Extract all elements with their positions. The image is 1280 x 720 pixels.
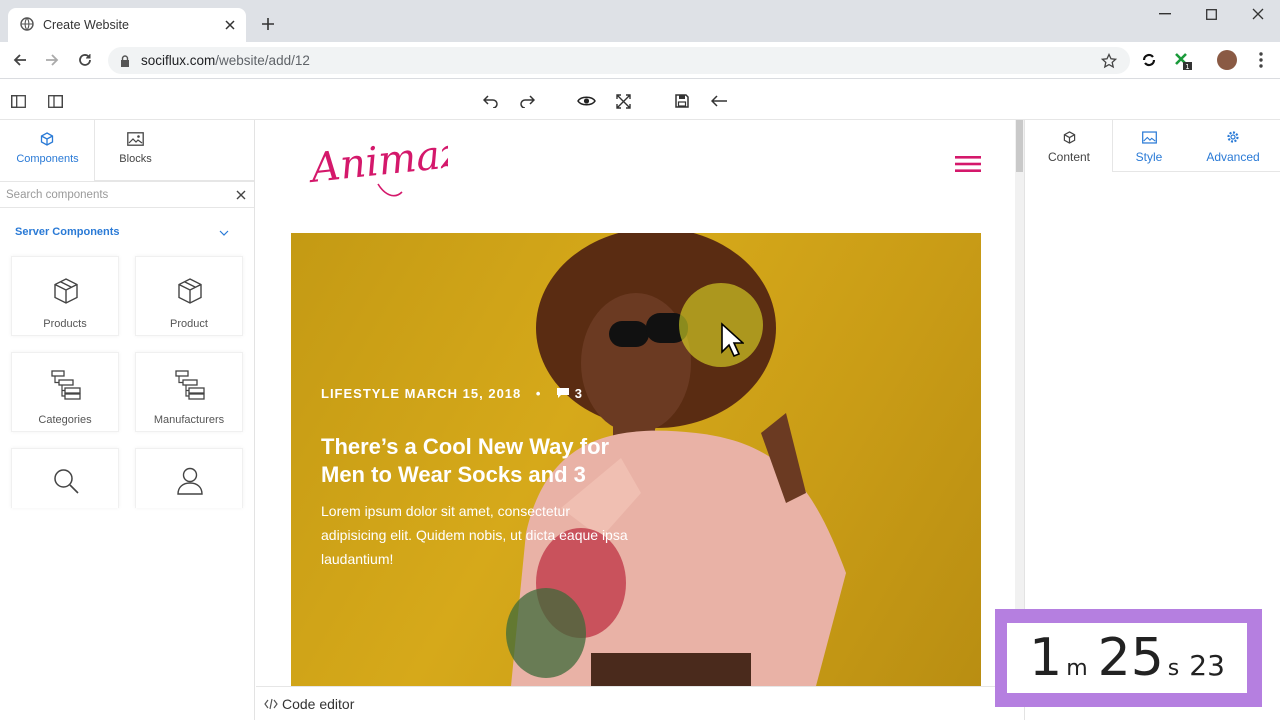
fullscreen-icon[interactable] xyxy=(614,92,632,110)
tab-content[interactable]: Content xyxy=(1025,120,1113,172)
browser-tab-bar: Create Website xyxy=(0,0,1280,42)
url-bar[interactable]: sociflux.com/website/add/12 xyxy=(108,47,1130,74)
component-product[interactable]: Product xyxy=(135,256,243,336)
component-label: Manufacturers xyxy=(153,414,225,426)
cube-icon xyxy=(1062,130,1076,144)
minimize-icon[interactable] xyxy=(1155,6,1175,22)
tab-style-label: Style xyxy=(1135,150,1163,164)
image-icon xyxy=(126,131,144,147)
component-categories[interactable]: Categories xyxy=(11,352,119,432)
cube-icon xyxy=(39,131,55,147)
maximize-icon[interactable] xyxy=(1201,6,1221,22)
component-label: Products xyxy=(43,318,87,330)
redo-icon[interactable] xyxy=(518,92,536,110)
post-title[interactable]: There’s a Cool New Way for Men to Wear S… xyxy=(321,433,641,489)
gear-icon xyxy=(1226,130,1240,144)
post-excerpt: Lorem ipsum dolor sit amet, consectetur … xyxy=(321,503,628,567)
chevron-down-icon[interactable] xyxy=(217,227,231,239)
site-logo[interactable]: Animaze xyxy=(305,128,487,204)
component-manufacturers[interactable]: Manufacturers xyxy=(135,352,243,432)
lock-icon xyxy=(119,54,131,67)
post-meta: LIFESTYLE MARCH 15, 2018 • 3 xyxy=(321,386,583,401)
svg-text:1: 1 xyxy=(1185,63,1189,71)
close-tab-icon[interactable] xyxy=(222,17,238,33)
save-icon[interactable] xyxy=(673,92,691,110)
undo-icon[interactable] xyxy=(482,92,500,110)
hamburger-menu-icon[interactable] xyxy=(954,154,982,174)
tab-components-label: Components xyxy=(16,153,79,165)
meta-separator: • xyxy=(535,386,542,401)
forward-icon[interactable] xyxy=(43,51,61,69)
browser-tab[interactable]: Create Website xyxy=(8,8,246,42)
new-tab-icon[interactable] xyxy=(259,15,277,33)
timer-seconds-unit: s xyxy=(1167,656,1180,681)
editor-toolbar xyxy=(0,80,1280,120)
user-icon xyxy=(176,467,204,495)
sync-extension-icon[interactable] xyxy=(1140,51,1158,69)
editor-canvas[interactable]: Animaze LIFESTYLE MARCH 15, 2018 • 3 The… xyxy=(256,120,1014,686)
code-editor-bar[interactable]: Code editor xyxy=(256,686,1014,720)
tree-icon xyxy=(174,370,208,400)
browser-address-bar: sociflux.com/website/add/12 1 xyxy=(0,42,1280,79)
globe-icon xyxy=(20,17,34,31)
recording-timer: 1 m 25 s 23 xyxy=(995,609,1262,707)
more-menu-icon[interactable] xyxy=(1252,51,1270,69)
tab-advanced[interactable]: Advanced xyxy=(1185,120,1280,172)
tab-content-label: Content xyxy=(1047,150,1091,164)
mouse-cursor-icon xyxy=(719,321,745,359)
cube-icon xyxy=(176,277,204,305)
toggle-left-panel-icon[interactable] xyxy=(9,93,27,109)
extension-icon[interactable]: 1 xyxy=(1172,50,1194,72)
tab-title: Create Website xyxy=(43,18,129,32)
tree-icon xyxy=(50,370,84,400)
timer-minutes: 1 xyxy=(1029,628,1063,688)
code-icon xyxy=(264,697,278,711)
search-row xyxy=(0,181,254,208)
component-search[interactable] xyxy=(11,448,119,508)
toggle-right-panel-icon[interactable] xyxy=(46,93,64,109)
clear-search-icon[interactable] xyxy=(234,188,248,202)
component-label: Categories xyxy=(38,414,92,426)
tab-style[interactable]: Style xyxy=(1113,120,1185,172)
comment-count: 3 xyxy=(574,386,583,401)
back-icon[interactable] xyxy=(11,51,29,69)
component-label: Product xyxy=(170,318,208,330)
timer-fraction: 23 xyxy=(1189,649,1225,682)
component-products[interactable]: Products xyxy=(11,256,119,336)
components-panel: Components Blocks Server Components Prod… xyxy=(0,120,255,720)
search-components-input[interactable] xyxy=(6,186,226,204)
timer-seconds: 25 xyxy=(1097,628,1164,688)
timer-display: 1 m 25 s 23 xyxy=(1007,623,1247,693)
post-category-date: LIFESTYLE MARCH 15, 2018 xyxy=(321,386,522,401)
logo-text: Animaze xyxy=(308,132,448,192)
url-text: sociflux.com/website/add/12 xyxy=(141,53,310,68)
reload-icon[interactable] xyxy=(76,51,94,69)
tab-blocks-label: Blocks xyxy=(119,153,152,165)
hero-post-card[interactable]: LIFESTYLE MARCH 15, 2018 • 3 There’s a C… xyxy=(291,233,981,686)
profile-avatar[interactable] xyxy=(1217,50,1237,70)
tab-blocks[interactable]: Blocks xyxy=(95,120,176,181)
close-window-icon[interactable] xyxy=(1248,6,1268,22)
canvas-scrollbar[interactable] xyxy=(1015,120,1024,686)
timer-minutes-unit: m xyxy=(1066,656,1088,681)
cube-icon xyxy=(52,277,80,305)
preview-eye-icon[interactable] xyxy=(576,92,596,110)
search-icon xyxy=(52,467,80,495)
canvas-scrollbar-thumb[interactable] xyxy=(1016,120,1023,172)
image-icon xyxy=(1141,130,1157,144)
exit-arrow-icon[interactable] xyxy=(709,92,729,110)
tab-advanced-label: Advanced xyxy=(1206,150,1260,164)
bookmark-star-icon[interactable] xyxy=(1100,52,1118,70)
section-server-components[interactable]: Server Components xyxy=(15,226,120,238)
comment-icon xyxy=(556,387,570,399)
component-user[interactable] xyxy=(135,448,243,508)
tab-components[interactable]: Components xyxy=(0,120,95,181)
code-editor-label: Code editor xyxy=(282,696,355,712)
